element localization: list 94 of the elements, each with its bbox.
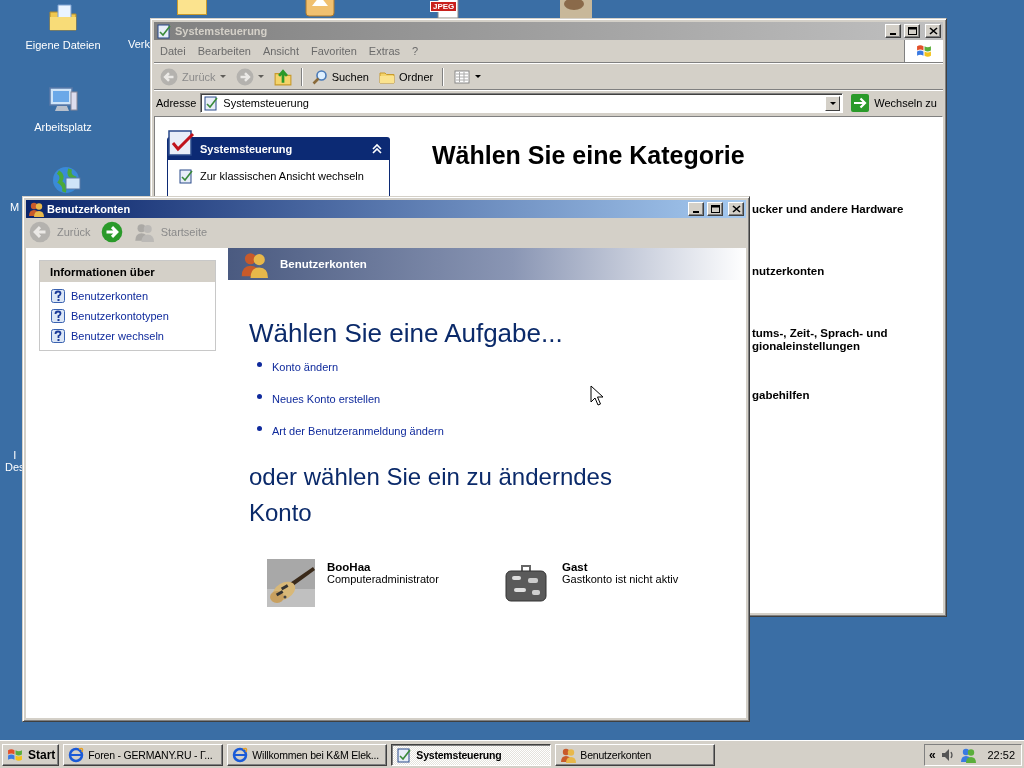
help-icon [50,308,66,324]
account-name: Gast [562,561,589,573]
maximize-icon [710,205,720,213]
control-panel-icon [178,168,194,184]
category-link[interactable]: tums-, Zeit-, Sprach- und [752,327,904,340]
search-button[interactable]: Suchen [307,66,373,87]
caret-icon [257,75,264,78]
users-icon [959,746,976,763]
menu-item[interactable]: Bearbeiten [191,45,257,57]
control-panel-icon [396,746,413,763]
go-button[interactable]: Wechseln zu [847,94,941,112]
windows-logo-icon [914,43,934,59]
banner-title: Benutzerkonten [280,258,367,270]
caret-icon [475,75,482,78]
page-heading: Wählen Sie eine Kategorie [432,141,746,170]
close-button[interactable] [925,24,941,38]
bullet-icon [257,425,262,431]
search-icon [311,68,328,85]
bullet-icon [257,361,262,367]
browser-icon [232,746,249,763]
help-link[interactable]: Benutzerkontotypen [71,310,169,322]
tray-expand-button[interactable]: « [929,747,936,762]
address-label: Adresse [156,97,197,109]
icon-label: Eigene Dateien [25,39,101,51]
icon-label: M [10,201,20,213]
maximize-button[interactable] [707,202,723,216]
window-title: Systemsteuerung [175,25,269,37]
menu-item[interactable]: Favoriten [305,45,363,57]
task-link[interactable]: Art der Benutzeranmeldung ändern [272,425,444,437]
taskbar-button[interactable]: Foren - GERMANY.RU - Г... [63,743,224,766]
maximize-button[interactable] [904,24,920,38]
address-field[interactable]: Systemsteuerung [200,93,844,113]
help-link[interactable]: Benutzerkonten [71,290,149,302]
caret-icon [219,75,226,78]
menu-item[interactable]: ? [406,45,425,57]
windows-logo-icon [6,746,24,763]
icon-label: Verk [128,38,150,50]
folder-up-icon [273,67,292,86]
taskbar-button[interactable]: Willkommen bei K&M Elek... [227,743,388,766]
help-link[interactable]: Benutzer wechseln [71,330,164,342]
account-tile[interactable]: Gast Gastkonto ist nicht aktiv [502,559,737,607]
category-link[interactable]: ucker und andere Hardware [752,203,904,216]
section-heading: oder wählen Sie ein zu änderndes Konto [249,462,613,528]
maximize-icon [907,27,917,35]
close-button[interactable] [728,202,744,216]
clock: 22:52 [987,748,1015,761]
back-icon [29,221,51,243]
category-link[interactable]: nutzerkonten [752,265,904,278]
browser-icon [68,746,85,763]
close-icon [731,205,741,213]
help-icon [50,288,66,304]
category-link[interactable]: gabehilfen [752,389,904,402]
taskbar-button[interactable]: Benutzerkonten [555,743,716,766]
forward-icon [100,221,123,243]
users-icon [132,222,155,242]
help-icon [50,328,66,344]
menu-item[interactable]: Ansicht [256,45,305,57]
caret-icon [829,101,836,105]
minimize-button[interactable] [885,24,901,38]
start-button[interactable]: Start [2,743,60,766]
forward-icon [235,67,254,86]
menu-item[interactable]: Extras [362,45,407,57]
account-name: BooHaa [327,561,372,573]
account-tile[interactable]: BooHaa Computeradministrator [267,559,502,607]
page-heading: Wählen Sie eine Aufgabe... [249,318,564,349]
control-panel-icon [203,95,220,111]
cursor-icon [590,385,604,406]
users-icon [560,746,577,763]
menu-item[interactable]: Datei [154,45,192,57]
folders-button[interactable]: Ordner [374,66,438,87]
minimize-button[interactable] [688,202,704,216]
account-type: Computeradministrator [327,573,439,585]
account-type: Gastkonto ist nicht aktiv [562,573,679,585]
task-link[interactable]: Neues Konto erstellen [272,393,381,405]
panel-title: Systemsteuerung [200,142,294,155]
window-title: Benutzerkonten [47,203,132,215]
icon-label: Arbeitsplatz [34,121,92,133]
documents-folder-icon [47,2,79,34]
dropdown-button[interactable] [825,95,841,111]
grid-icon [453,68,472,85]
close-icon [928,27,938,35]
globe-computer-icon [50,164,82,196]
bullet-icon [257,393,262,399]
back-icon [160,67,178,86]
category-link[interactable]: gionaleinstellungen [752,340,904,353]
taskbar-button[interactable]: Systemsteuerung [391,743,552,766]
checklist-icon [167,128,195,158]
control-panel-icon [156,23,172,39]
users-icon [28,201,44,217]
icon-label: I [12,449,18,461]
forward-button[interactable] [100,221,123,243]
panel-title: Informationen über [50,265,155,278]
go-arrow-icon [851,94,870,112]
task-link[interactable]: Konto ändern [272,361,339,373]
